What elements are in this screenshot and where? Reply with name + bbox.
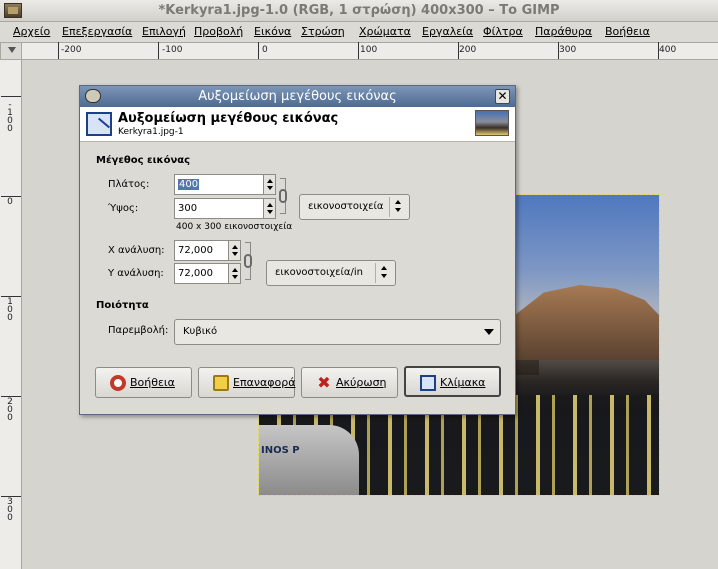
close-button[interactable]: ✕ xyxy=(495,89,510,104)
size-unit-value: εικονοστοιχεία xyxy=(308,201,384,212)
y-resolution-label: Υ ανάλυση: xyxy=(108,268,164,279)
image-thumbnail xyxy=(475,110,509,136)
x-resolution-value: 72,000 xyxy=(178,245,213,256)
dialog-header-subtitle: Kerkyra1.jpg-1 xyxy=(118,127,184,137)
reset-button[interactable]: Επαναφορά xyxy=(198,367,295,398)
x-resolution-label: Χ ανάλυση: xyxy=(108,245,165,256)
ruler-tick xyxy=(58,42,59,59)
window-titlebar[interactable]: *Kerkyra1.jpg-1.0 (RGB, 1 στρώση) 400x30… xyxy=(0,0,718,22)
ruler-tick xyxy=(1,96,21,97)
ruler-label: 200 xyxy=(459,45,477,55)
y-resolution-stepper[interactable] xyxy=(228,264,240,283)
ruler-tick xyxy=(158,42,159,59)
help-button[interactable]: Βοήθεια xyxy=(95,367,192,398)
size-chain-button[interactable] xyxy=(279,178,290,218)
height-stepper[interactable] xyxy=(263,199,275,218)
dialog-title: Αυξομείωση μεγέθους εικόνας xyxy=(198,89,397,104)
ruler-tick xyxy=(358,42,359,59)
ruler-tick xyxy=(458,42,459,59)
vertical-ruler[interactable]: -100 0 100 200 300 xyxy=(0,60,22,569)
updown-arrows-icon xyxy=(389,197,407,217)
cancel-button-label: Ακύρωση xyxy=(336,376,387,389)
resolution-unit-value: εικονοστοιχεία/in xyxy=(275,267,364,278)
menu-windows[interactable]: Παράθυρα xyxy=(535,25,592,38)
ruler-label: -100 xyxy=(162,45,183,55)
x-resolution-spinbutton[interactable]: 72,000 xyxy=(174,240,241,261)
scale-button[interactable]: Κλίμακα xyxy=(404,366,501,397)
scale-image-icon xyxy=(420,375,436,391)
quality-section-title: Ποιότητα xyxy=(96,300,149,311)
height-value: 300 xyxy=(178,203,198,214)
chain-link-icon xyxy=(244,254,252,268)
menu-tools[interactable]: Εργαλεία xyxy=(422,25,473,38)
triangle-down-icon xyxy=(8,47,16,53)
cancel-x-icon: ✖ xyxy=(317,373,331,392)
ruler-tick xyxy=(1,496,21,497)
menu-edit[interactable]: Επεξεργασία xyxy=(62,25,132,38)
reset-icon xyxy=(213,375,229,391)
height-spinbutton[interactable]: 300 xyxy=(174,198,276,219)
height-label: Ύψος: xyxy=(108,203,139,214)
ruler-label: -100 xyxy=(5,100,15,132)
ruler-tick xyxy=(558,42,559,59)
ruler-tick xyxy=(1,396,21,397)
scale-image-icon xyxy=(86,112,112,136)
ruler-label: 300 xyxy=(559,45,577,55)
ruler-tick xyxy=(1,196,21,197)
ruler-label: 300 xyxy=(5,497,15,521)
ruler-label: 100 xyxy=(5,297,15,321)
menu-help[interactable]: Βοήθεια xyxy=(605,25,650,38)
menu-view[interactable]: Προβολή xyxy=(194,25,243,38)
chain-link-icon xyxy=(279,189,287,203)
menu-file[interactable]: Αρχείο xyxy=(13,25,50,38)
dialog-titlebar[interactable]: Αυξομείωση μεγέθους εικόνας ✕ xyxy=(80,86,515,107)
ruler-label: -200 xyxy=(61,45,82,55)
interpolation-value: Κυβικό xyxy=(183,326,218,337)
ruler-label: 400 xyxy=(659,45,677,55)
window-title: *Kerkyra1.jpg-1.0 (RGB, 1 στρώση) 400x30… xyxy=(158,3,560,18)
resolution-chain-button[interactable] xyxy=(244,242,255,284)
photo-boat: INOS P xyxy=(259,425,359,495)
width-value: 400 xyxy=(178,179,200,190)
menu-filters[interactable]: Φίλτρα xyxy=(483,25,523,38)
menu-colors[interactable]: Χρώματα xyxy=(359,25,411,38)
size-unit-selector[interactable]: εικονοστοιχεία xyxy=(299,194,410,220)
y-resolution-value: 72,000 xyxy=(178,268,213,279)
ruler-corner-menu-button[interactable] xyxy=(0,42,22,60)
x-resolution-stepper[interactable] xyxy=(228,241,240,260)
ruler-tick xyxy=(658,42,659,59)
width-spinbutton[interactable]: 400 xyxy=(174,174,276,195)
interpolation-dropdown[interactable]: Κυβικό xyxy=(174,319,501,345)
cancel-button[interactable]: ✖ Ακύρωση xyxy=(301,367,398,398)
ruler-tick xyxy=(258,42,259,59)
help-button-label: Βοήθεια xyxy=(130,376,175,389)
ruler-label: 200 xyxy=(5,397,15,421)
scale-button-label: Κλίμακα xyxy=(440,376,486,389)
y-resolution-spinbutton[interactable]: 72,000 xyxy=(174,263,241,284)
ruler-label: 100 xyxy=(360,45,378,55)
dialog-header: Αυξομείωση μεγέθους εικόνας Kerkyra1.jpg… xyxy=(80,107,515,142)
menu-select[interactable]: Επιλογή xyxy=(142,25,186,38)
scale-image-dialog: Αυξομείωση μεγέθους εικόνας ✕ Αυξομείωση… xyxy=(79,85,516,415)
updown-arrows-icon xyxy=(375,263,393,283)
size-note: 400 x 300 εικονοστοιχεία xyxy=(176,222,293,232)
image-size-section-title: Μέγεθος εικόνας xyxy=(96,155,191,166)
menubar: Αρχείο Επεξεργασία Επιλογή Προβολή Εικόν… xyxy=(0,22,718,42)
menu-image[interactable]: Εικόνα xyxy=(254,25,291,38)
interpolation-label: Παρεμβολή: xyxy=(108,325,169,336)
width-stepper[interactable] xyxy=(263,175,275,194)
width-label: Πλάτος: xyxy=(108,179,150,190)
lifebuoy-icon xyxy=(110,375,126,391)
ruler-label: 0 xyxy=(262,45,268,55)
boat-lettering: INOS P xyxy=(261,445,300,456)
chevron-down-icon xyxy=(480,322,498,342)
ruler-label: 0 xyxy=(5,197,15,207)
ruler-tick xyxy=(1,296,21,297)
resolution-unit-selector[interactable]: εικονοστοιχεία/in xyxy=(266,260,396,286)
horizontal-ruler[interactable]: -200 -100 0 100 200 300 400 xyxy=(22,42,718,60)
dialog-header-title: Αυξομείωση μεγέθους εικόνας xyxy=(118,111,339,126)
reset-button-label: Επαναφορά xyxy=(233,376,296,389)
menu-layer[interactable]: Στρώση xyxy=(301,25,345,38)
